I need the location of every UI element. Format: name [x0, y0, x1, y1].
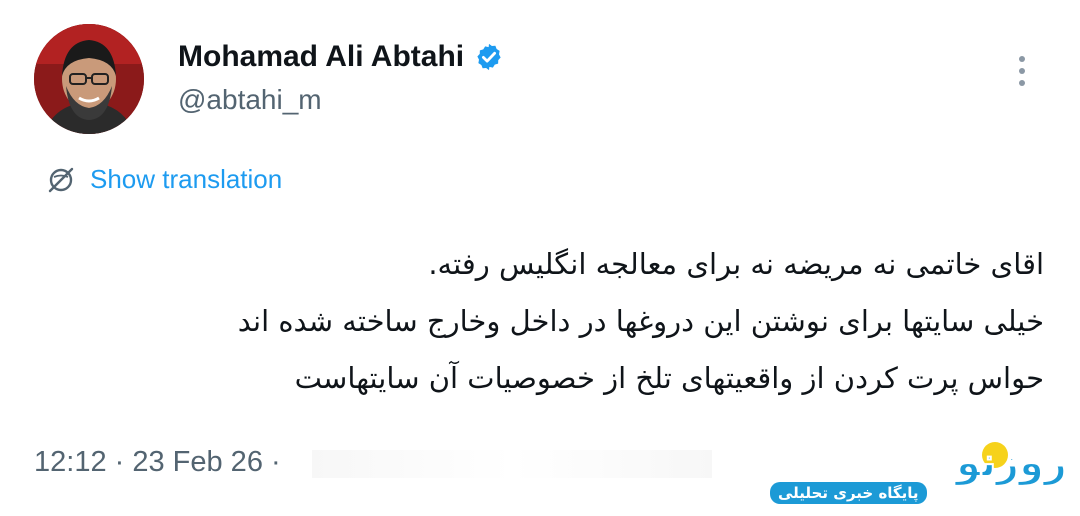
- avatar[interactable]: [34, 24, 144, 134]
- watermark-logo: روزنو: [955, 439, 1068, 487]
- show-translation-label: Show translation: [90, 164, 283, 194]
- watermark-label: پایگاه خبری تحلیلی: [770, 482, 927, 504]
- author-row: Mohamad Ali Abtahi: [178, 40, 504, 74]
- show-translation-button[interactable]: Show translation: [46, 164, 282, 195]
- tweet-line: اقای خاتمی نه مریضه نه برای معالجه انگلی…: [428, 247, 1044, 281]
- tweet-text: اقای خاتمی نه مریضه نه برای معالجه انگلی…: [84, 236, 1044, 407]
- globe-slash-icon: [48, 167, 74, 192]
- blurred-view-count: [312, 450, 712, 478]
- watermark: روزنو پایگاه خبری تحلیلی: [760, 436, 1068, 512]
- tweet-timestamp[interactable]: 12:12 · 23 Feb 26 ·: [34, 446, 281, 479]
- avatar-photo: [34, 24, 144, 134]
- tweet-line: خیلی سایتها برای نوشتن این دروغها در داخ…: [237, 304, 1044, 338]
- author-name[interactable]: Mohamad Ali Abtahi: [178, 40, 464, 74]
- tweet-line: حواس پرت کردن از واقعیتهای تلخ از خصوصیا…: [294, 361, 1044, 395]
- more-vertical-icon[interactable]: [1012, 52, 1032, 92]
- author-handle[interactable]: @abtahi_m: [178, 84, 322, 116]
- verified-badge-icon: [477, 43, 501, 71]
